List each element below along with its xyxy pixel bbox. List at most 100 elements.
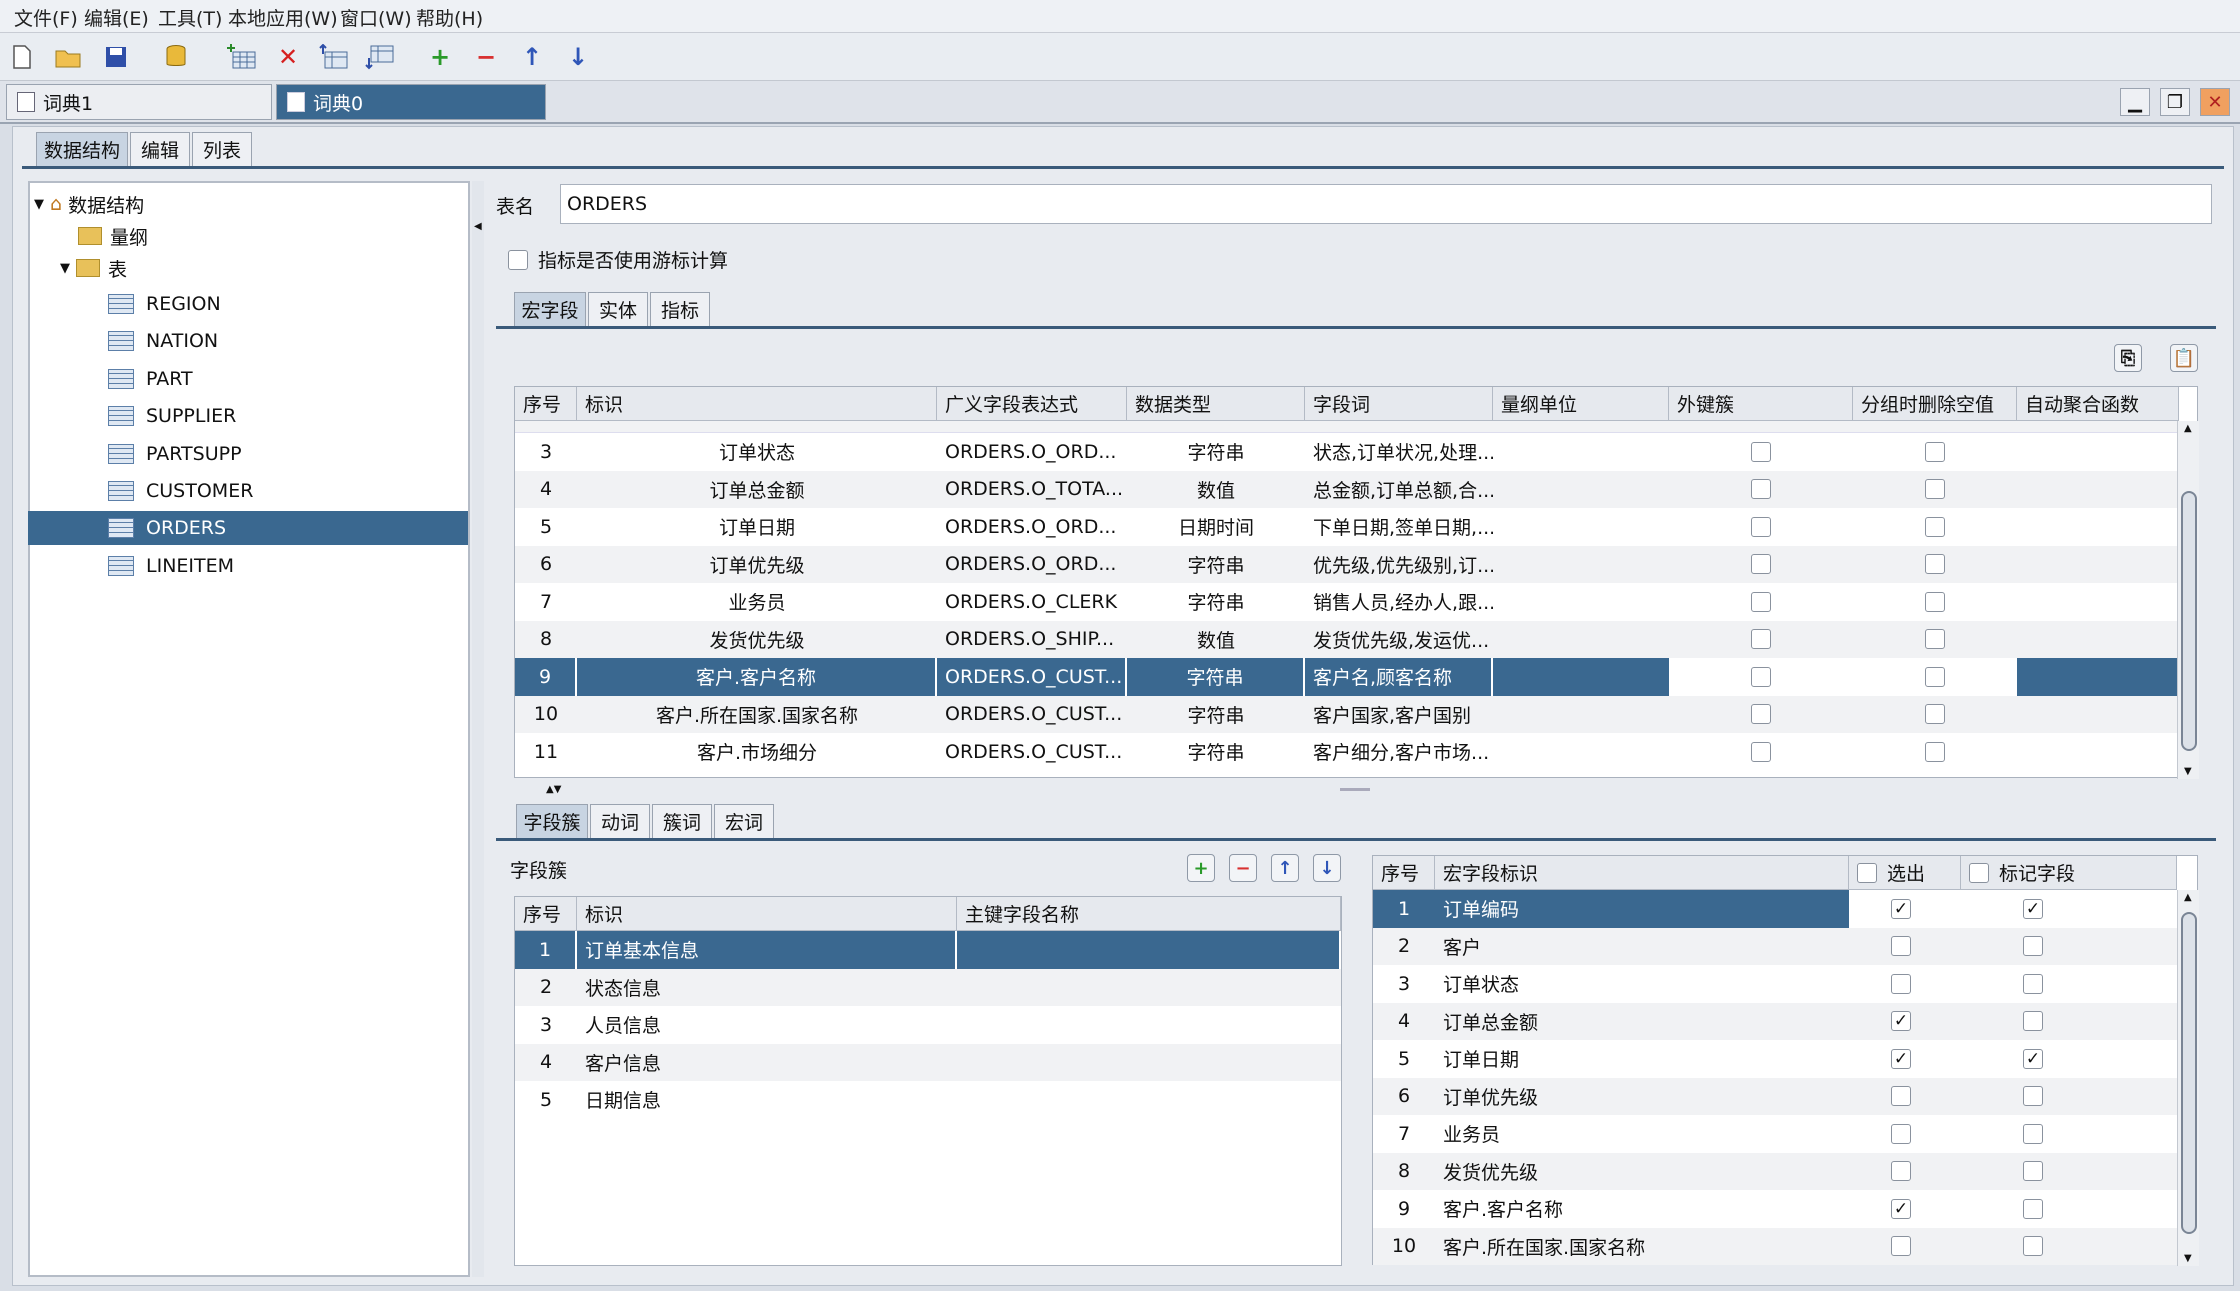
list-item[interactable]: 5 订单日期 ✓ ✓ <box>1373 1040 2177 1078</box>
checkbox[interactable] <box>2023 1198 2043 1219</box>
tab-verb[interactable]: 动词 <box>590 804 650 838</box>
column-header-id[interactable]: 标识 <box>577 897 957 931</box>
collapse-left-icon[interactable]: ◀ <box>474 221 482 232</box>
checkbox[interactable] <box>1751 441 1771 462</box>
list-item[interactable]: 6 订单优先级 <box>1373 1077 2177 1115</box>
menu-edit[interactable]: 编辑(E) <box>84 4 149 31</box>
column-header-mark[interactable]: 标记字段 <box>1961 856 2177 890</box>
checkbox[interactable] <box>1751 629 1771 650</box>
cursor-calc-checkbox[interactable]: 指标是否使用游标计算 <box>508 246 728 273</box>
checkbox[interactable] <box>1925 479 1945 500</box>
list-item[interactable]: 2 状态信息 <box>515 968 1341 1006</box>
tree-table-part[interactable]: PART <box>30 362 470 396</box>
column-header-id[interactable]: 标识 <box>577 387 937 421</box>
checkbox[interactable] <box>1751 704 1771 725</box>
checkbox[interactable] <box>2023 1236 2043 1257</box>
column-header-no[interactable]: 序号 <box>515 897 577 931</box>
list-item[interactable]: 10 客户.所在国家.国家名称 <box>1373 1227 2177 1265</box>
checkbox[interactable]: ✓ <box>1891 1011 1911 1032</box>
select-all-checkbox[interactable] <box>1857 862 1877 883</box>
tree-table-region[interactable]: REGION <box>30 287 470 321</box>
macro-grid-scrollbar[interactable]: ▲ ▼ <box>2177 421 2199 779</box>
arrow-down-icon[interactable]: ↓ <box>1313 854 1341 882</box>
checkbox[interactable] <box>1751 554 1771 575</box>
list-item[interactable]: 5 日期信息 <box>515 1081 1341 1119</box>
list-item[interactable]: 1 订单基本信息 <box>515 931 1341 969</box>
checkbox[interactable] <box>1751 479 1771 500</box>
delete-icon[interactable]: ✕ <box>272 41 304 73</box>
split-grip[interactable] <box>1340 788 1370 791</box>
column-header-no[interactable]: 序号 <box>1373 856 1435 890</box>
add-table-icon[interactable] <box>226 41 258 73</box>
copy-icon[interactable]: ⎘ <box>2114 344 2142 372</box>
checkbox[interactable]: ✓ <box>1891 898 1911 919</box>
checkbox[interactable]: ✓ <box>2023 898 2043 919</box>
restore-icon[interactable]: ❐ <box>2160 88 2190 116</box>
checkbox[interactable] <box>1891 1123 1911 1144</box>
list-item[interactable]: 4 订单总金额 ✓ <box>1373 1002 2177 1040</box>
tab-metric[interactable]: 指标 <box>650 292 710 326</box>
column-header-key[interactable]: 主键字段名称 <box>957 897 1341 931</box>
checkbox[interactable] <box>1751 666 1771 687</box>
scrollbar-thumb[interactable] <box>2181 912 2197 1234</box>
expand-icon[interactable]: ▼ <box>34 197 44 212</box>
checkbox[interactable] <box>2023 1086 2043 1107</box>
tree-node-dimension[interactable]: 量纲 <box>78 219 148 253</box>
checkbox[interactable] <box>1751 516 1771 537</box>
table-down-icon[interactable] <box>364 41 396 73</box>
table-row[interactable]: 5 订单日期 ORDERS.O_ORD... 日期时间 下单日期,签单日期,... <box>515 508 2177 546</box>
table-row[interactable]: 9 客户.客户名称 ORDERS.O_CUST... 字符串 客户名,顾客名称 <box>515 658 2177 696</box>
remove-icon[interactable]: − <box>1229 854 1257 882</box>
menu-local-apps[interactable]: 本地应用(W) <box>228 4 338 31</box>
table-row[interactable]: 8 发货优先级 ORDERS.O_SHIP... 数值 发货优先级,发运优... <box>515 620 2177 658</box>
scroll-up-icon[interactable]: ▲ <box>2184 892 2192 903</box>
checkbox[interactable]: ✓ <box>2023 1048 2043 1069</box>
checkbox[interactable] <box>1925 741 1945 762</box>
column-header-no[interactable]: 序号 <box>515 387 577 421</box>
paste-icon[interactable]: 📋 <box>2170 344 2198 372</box>
tree-root[interactable]: ▼ ⌂ 数据结构 <box>34 187 144 221</box>
scroll-up-icon[interactable]: ▲ <box>2184 423 2192 434</box>
table-row[interactable]: 3 订单状态 ORDERS.O_ORD... 字符串 状态,订单状况,处理... <box>515 433 2177 471</box>
field-grid-scrollbar[interactable]: ▲ ▼ <box>2177 890 2199 1266</box>
menu-tools[interactable]: 工具(T) <box>158 4 222 31</box>
checkbox[interactable] <box>2023 1161 2043 1182</box>
checkbox[interactable] <box>508 249 528 270</box>
column-header-expr[interactable]: 广义字段表达式 <box>937 387 1127 421</box>
arrow-up-icon[interactable]: ↑ <box>1271 854 1299 882</box>
list-item[interactable]: 9 客户.客户名称 ✓ <box>1373 1190 2177 1228</box>
tree-table-supplier[interactable]: SUPPLIER <box>30 399 470 433</box>
arrow-up-icon[interactable]: ↑ <box>516 41 548 73</box>
arrow-down-icon[interactable]: ↓ <box>562 41 594 73</box>
table-up-icon[interactable] <box>318 41 350 73</box>
checkbox[interactable] <box>2023 1123 2043 1144</box>
checkbox[interactable] <box>1925 441 1945 462</box>
list-item[interactable]: 7 业务员 <box>1373 1115 2177 1153</box>
new-file-icon[interactable] <box>6 41 38 73</box>
tree-node-tables[interactable]: ▼ 表 <box>60 251 127 285</box>
checkbox[interactable] <box>1925 516 1945 537</box>
save-icon[interactable] <box>100 41 132 73</box>
tree-table-nation[interactable]: NATION <box>30 324 470 358</box>
add-icon[interactable]: + <box>1187 854 1215 882</box>
checkbox[interactable]: ✓ <box>1891 1198 1911 1219</box>
menu-help[interactable]: 帮助(H) <box>416 4 483 31</box>
checkbox[interactable] <box>2023 1011 2043 1032</box>
column-header-type[interactable]: 数据类型 <box>1127 387 1305 421</box>
list-item[interactable]: 3 人员信息 <box>515 1006 1341 1044</box>
column-header-drop-null[interactable]: 分组时删除空值 <box>1853 387 2017 421</box>
checkbox[interactable] <box>1891 936 1911 957</box>
tab-data-structure[interactable]: 数据结构 <box>36 132 128 166</box>
column-header-id[interactable]: 宏字段标识 <box>1435 856 1849 890</box>
checkbox[interactable] <box>2023 973 2043 994</box>
table-row[interactable]: 4 订单总金额 ORDERS.O_TOTA... 数值 总金额,订单总额,合... <box>515 470 2177 508</box>
tab-list[interactable]: 列表 <box>192 132 252 166</box>
checkbox[interactable] <box>1925 554 1945 575</box>
tree-table-orders[interactable]: ORDERS <box>28 511 468 546</box>
tree-table-partsupp[interactable]: PARTSUPP <box>30 437 470 471</box>
table-row[interactable]: 6 订单优先级 ORDERS.O_ORD... 字符串 优先级,优先级别,订... <box>515 545 2177 583</box>
table-row[interactable]: 11 客户.市场细分 ORDERS.O_CUST... 字符串 客户细分,客户市场... <box>515 733 2177 771</box>
list-item[interactable]: 1 订单编码 ✓ ✓ <box>1373 890 2177 928</box>
checkbox[interactable]: ✓ <box>1891 1048 1911 1069</box>
checkbox[interactable] <box>1891 1161 1911 1182</box>
